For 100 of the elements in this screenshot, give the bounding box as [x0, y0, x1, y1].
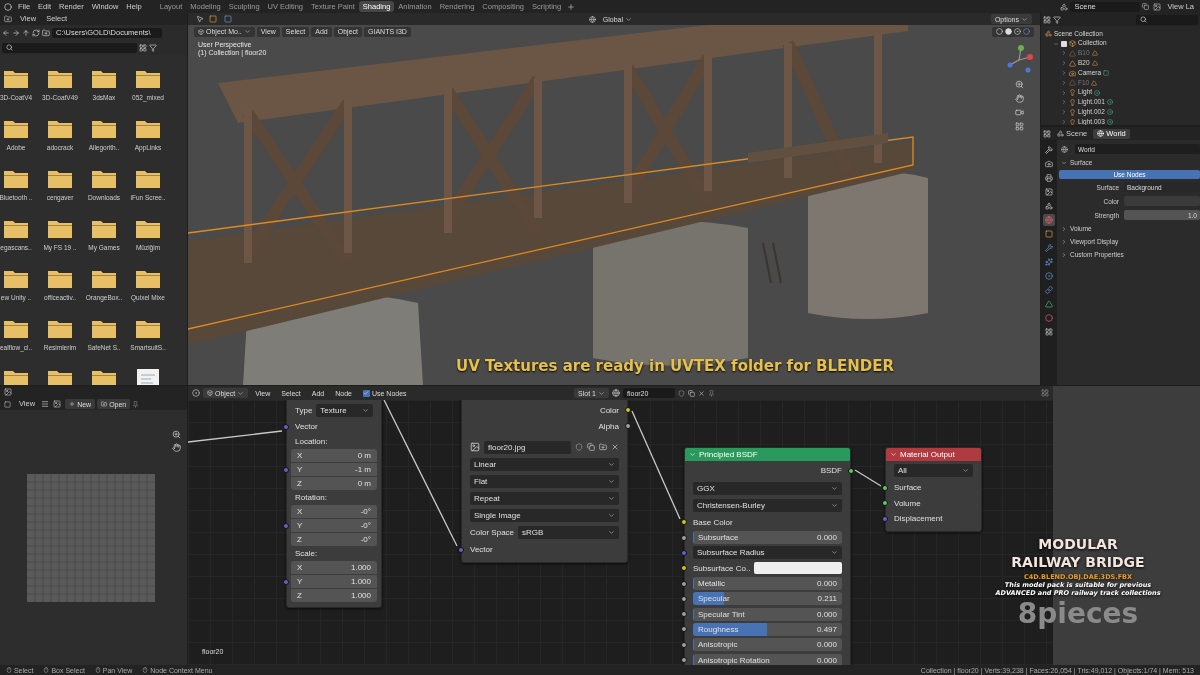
input-socket[interactable] — [681, 519, 687, 525]
camera-icon[interactable] — [1014, 108, 1024, 117]
value-slider[interactable]: Metallic 0.000 — [693, 577, 842, 591]
parent-folder-icon[interactable] — [22, 28, 30, 37]
input-socket[interactable] — [681, 534, 687, 541]
input-socket[interactable] — [681, 580, 687, 587]
pin-icon[interactable] — [132, 400, 140, 408]
value-slider[interactable]: Anisotropic 0.000 — [693, 638, 842, 652]
number-field[interactable]: X -0° — [291, 505, 377, 518]
tool-tab-icon[interactable] — [1043, 144, 1055, 156]
forward-icon[interactable] — [12, 28, 20, 37]
pin-icon[interactable] — [708, 389, 715, 397]
option-dropdown[interactable]: Flat — [470, 475, 619, 488]
value-slider[interactable]: Specular Tint 0.000 — [693, 607, 842, 621]
option-dropdown[interactable]: Repeat — [470, 492, 619, 505]
input-socket[interactable] — [283, 423, 289, 430]
object-tab-icon[interactable] — [1043, 228, 1055, 240]
input-socket[interactable] — [681, 565, 687, 572]
constraints-tab-icon[interactable] — [1043, 284, 1055, 296]
close-icon[interactable] — [698, 389, 705, 397]
output-socket[interactable] — [625, 407, 631, 413]
scene-icon[interactable] — [1060, 2, 1069, 11]
view-layer-tab-icon[interactable] — [1043, 186, 1055, 198]
output-tab-icon[interactable] — [1043, 172, 1055, 184]
close-icon[interactable] — [611, 443, 619, 451]
display-mode-icon[interactable] — [139, 43, 147, 52]
value-slider[interactable]: Subsurface 0.000 — [693, 531, 842, 545]
duplicate-icon[interactable] — [587, 443, 595, 451]
input-socket[interactable] — [283, 578, 289, 585]
option-dropdown[interactable]: Single Image — [470, 509, 619, 522]
input-socket[interactable] — [882, 515, 888, 522]
modifier-tab-icon[interactable] — [1043, 242, 1055, 254]
target-dropdown[interactable]: All — [894, 464, 973, 477]
pan-icon[interactable] — [172, 443, 181, 452]
input-socket[interactable] — [283, 466, 289, 473]
open-icon[interactable] — [599, 443, 607, 451]
fake-user-icon[interactable] — [678, 389, 685, 397]
option-dropdown[interactable]: Christensen-Burley — [693, 499, 842, 512]
refresh-icon[interactable] — [32, 28, 40, 37]
value-slider[interactable]: Roughness 0.497 — [693, 622, 842, 636]
image-browse-icon[interactable] — [53, 400, 62, 408]
number-field[interactable]: Z -0° — [291, 533, 377, 546]
color-swatch[interactable] — [754, 562, 842, 575]
checkbox[interactable] — [1061, 40, 1067, 47]
world-tab-icon[interactable] — [1043, 214, 1055, 226]
mode-icon[interactable] — [4, 400, 11, 408]
zoom-icon[interactable] — [1014, 80, 1024, 89]
input-socket[interactable] — [681, 626, 687, 633]
add-workspace-icon[interactable] — [567, 2, 576, 11]
input-socket[interactable] — [458, 546, 464, 553]
fake-user-icon[interactable] — [575, 443, 583, 451]
option-dropdown[interactable]: Subsurface Radius — [693, 546, 842, 560]
physics-tab-icon[interactable] — [1043, 270, 1055, 282]
new-folder-icon[interactable] — [42, 28, 50, 37]
grid-icon[interactable] — [1014, 122, 1024, 131]
texture-tab-icon[interactable] — [1043, 326, 1055, 338]
material-tab-icon[interactable] — [1043, 312, 1055, 324]
input-socket[interactable] — [681, 595, 687, 602]
value-slider[interactable]: Anisotropic Rotation 0.000 — [693, 653, 842, 665]
snap-icon[interactable] — [1041, 389, 1049, 397]
particles-tab-icon[interactable] — [1043, 256, 1055, 268]
zoom-icon[interactable] — [172, 430, 181, 439]
number-field[interactable]: Z 1.000 — [291, 589, 377, 602]
input-socket[interactable] — [681, 641, 687, 648]
editor-type-icon[interactable] — [192, 389, 200, 397]
input-socket[interactable] — [882, 484, 888, 491]
input-socket[interactable] — [681, 549, 687, 556]
tool-icon[interactable] — [196, 15, 204, 23]
search-field[interactable] — [2, 42, 137, 53]
menu-icon[interactable] — [41, 400, 50, 408]
option-dropdown[interactable]: Linear — [470, 458, 619, 471]
input-socket[interactable] — [283, 522, 289, 529]
world-browse-icon[interactable] — [1061, 145, 1068, 153]
collapse-icon[interactable] — [890, 451, 897, 458]
option-dropdown[interactable]: GGX — [693, 482, 842, 495]
number-field[interactable]: X 1.000 — [291, 561, 377, 574]
number-field[interactable]: X 0 m — [291, 449, 377, 462]
input-socket[interactable] — [882, 500, 888, 507]
material-browse-icon[interactable] — [612, 389, 620, 397]
copy-icon[interactable] — [1142, 3, 1150, 10]
duplicate-icon[interactable] — [688, 389, 695, 397]
number-field[interactable]: Y -0° — [291, 519, 377, 532]
image-browse-icon[interactable] — [470, 442, 480, 452]
filter-icon[interactable] — [149, 43, 157, 52]
pan-icon[interactable] — [1014, 94, 1024, 103]
editor-type-icon[interactable] — [1043, 15, 1051, 24]
number-field[interactable]: Y -1 m — [291, 463, 377, 476]
editor-type-icon[interactable] — [4, 15, 12, 23]
orientation-icon[interactable] — [588, 15, 596, 23]
number-field[interactable]: Y 1.000 — [291, 575, 377, 588]
back-icon[interactable] — [2, 28, 10, 37]
render-tab-icon[interactable] — [1043, 158, 1055, 170]
number-field[interactable]: Z 0 m — [291, 477, 377, 490]
search-field[interactable] — [1136, 14, 1198, 25]
editor-type-icon[interactable] — [1043, 129, 1051, 138]
image-name-field[interactable]: floor20.jpg — [484, 440, 571, 454]
input-socket[interactable] — [681, 611, 687, 618]
output-socket[interactable] — [848, 467, 854, 474]
editor-type-icon[interactable] — [4, 388, 12, 396]
select-box-icon[interactable] — [209, 15, 217, 23]
